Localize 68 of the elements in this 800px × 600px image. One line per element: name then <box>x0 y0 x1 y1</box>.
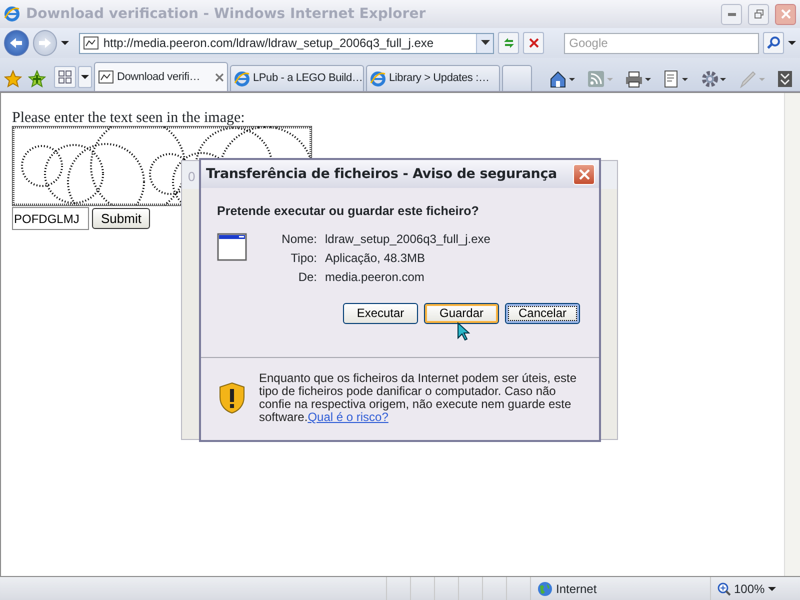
field-value: Aplicação, 48.3MB <box>325 250 426 266</box>
add-favorite-icon[interactable] <box>28 70 46 88</box>
ie-logo-icon <box>4 6 20 22</box>
browser-tab[interactable]: Download verifi… <box>94 62 228 91</box>
page-menu-icon[interactable] <box>663 70 689 88</box>
refresh-button[interactable] <box>498 32 520 54</box>
field-label: Tipo: <box>290 250 317 266</box>
minimize-icon <box>728 12 736 16</box>
ie-logo-icon <box>370 70 386 86</box>
grid-icon <box>58 70 72 84</box>
zoom-icon[interactable] <box>717 582 731 596</box>
warning-shield-icon <box>219 382 245 414</box>
zone-text: Internet <box>556 580 597 598</box>
risk-link[interactable]: Qual é o risco? <box>308 410 388 424</box>
submit-button[interactable]: Submit <box>92 208 150 229</box>
restore-icon <box>754 9 764 19</box>
browser-tab[interactable]: Library > Updates :… <box>366 65 500 91</box>
stop-button[interactable] <box>523 32 544 54</box>
ie-logo-icon <box>234 70 250 86</box>
page-icon <box>98 69 114 85</box>
field-value: ldraw_setup_2006q3_full_j.exe <box>325 232 490 247</box>
refresh-icon <box>502 36 516 50</box>
caret-icon <box>81 74 89 80</box>
close-button[interactable] <box>775 4 796 24</box>
restore-button[interactable] <box>748 4 769 24</box>
url-dropdown-button[interactable] <box>476 34 494 52</box>
search-icon <box>766 36 781 50</box>
tab-list-button[interactable] <box>78 66 92 88</box>
close-icon <box>780 9 790 19</box>
dialog-title: Transferência de ficheiros - Aviso de segurança <box>206 164 557 184</box>
application-window-icon <box>217 232 247 261</box>
dialog-button[interactable]: Cancelar <box>505 302 580 324</box>
home-icon[interactable] <box>549 70 575 88</box>
window-title: Download verification - Windows Internet Explorer <box>26 4 427 24</box>
quick-tabs-button[interactable] <box>54 66 76 88</box>
mouse-pointer-icon <box>457 322 470 341</box>
prompt-text: Please enter the text seen in the image: <box>12 110 246 126</box>
dropdown-caret-icon[interactable] <box>61 40 70 46</box>
research-icon[interactable] <box>777 70 793 88</box>
field-value: media.peeron.com <box>325 270 426 285</box>
field-label: De: <box>297 270 317 285</box>
warning-text: Enquanto que os ficheiros da Internet podem ser úteis, este tipo de ficheiros pode danificar o computador. Caso não confie na respectiva origem, não execute nem guarde este software.Qual é o risco? <box>259 372 578 424</box>
address-field[interactable]: http://media.peeron.com/ldraw/ldraw_setup_2006q3_full_j.exe <box>79 32 494 54</box>
dialog-button[interactable]: Guardar <box>424 302 499 324</box>
page-icon <box>83 35 100 51</box>
stop-icon <box>528 37 540 49</box>
right-arrow-icon <box>38 37 52 49</box>
search-button[interactable] <box>763 32 784 54</box>
globe-icon <box>537 580 553 596</box>
back-button[interactable] <box>4 30 29 56</box>
printer-icon[interactable] <box>625 70 651 88</box>
gear-icon[interactable] <box>701 70 727 88</box>
close-icon <box>578 168 590 180</box>
dialog-button[interactable]: Executar <box>343 302 418 324</box>
minimize-button[interactable] <box>721 4 742 24</box>
scrollbar[interactable] <box>784 93 800 576</box>
browser-tab[interactable]: LPub - a LEGO Build… <box>230 65 364 91</box>
left-arrow-icon <box>9 37 24 49</box>
answer-field[interactable]: POFDGLMJ <box>12 207 89 230</box>
field-label: Nome: <box>280 232 317 247</box>
zoom-level[interactable]: 100% <box>734 580 765 598</box>
close-tab-icon[interactable] <box>215 72 224 82</box>
caret-icon[interactable] <box>768 586 776 592</box>
dropdown-caret-icon[interactable] <box>788 40 796 46</box>
caret-icon <box>480 40 490 46</box>
star-icon[interactable] <box>4 70 22 88</box>
question-text: Pretende executar ou guardar este ficheiro? <box>217 203 480 220</box>
search-field[interactable]: Google <box>564 32 760 54</box>
